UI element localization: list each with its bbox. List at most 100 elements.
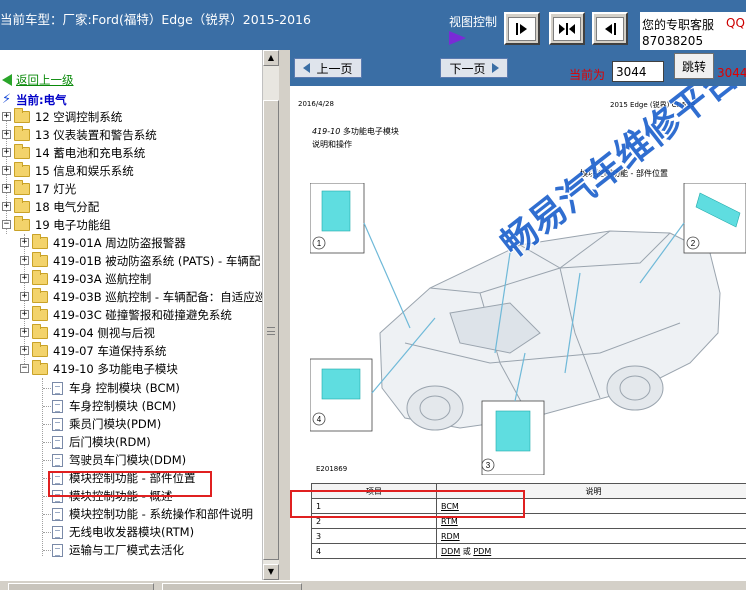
tree-folder-label[interactable]: 15 信息和娱乐系统	[35, 163, 134, 179]
tree-subfolder-419-03a[interactable]: 419-03A 巡航控制	[32, 270, 151, 288]
view-expand-left-button[interactable]	[592, 12, 628, 45]
expand-icon[interactable]: +	[2, 148, 11, 157]
table-highlight	[290, 490, 525, 518]
tree-folder-label[interactable]: 19 电子功能组	[35, 217, 111, 233]
table-cell-item: 3	[311, 528, 437, 544]
tree-folder-14[interactable]: 14 蓄电池和充电系统	[14, 144, 145, 162]
desc-link[interactable]: DDM	[441, 547, 460, 556]
tree-scrollbar[interactable]: ▲ ▼	[262, 50, 279, 580]
tree-doc-rtm[interactable]: 无线电收发器模块(RTM)	[52, 523, 194, 541]
tree-folder-19[interactable]: 19 电子功能组	[14, 216, 111, 234]
scroll-thumb[interactable]	[263, 100, 279, 560]
document-icon	[52, 507, 63, 521]
tree-subfolder-419-03b[interactable]: 419-03B 巡航控制 - 车辆配备：自适应巡	[32, 288, 262, 306]
tree-doc-label[interactable]: 驾驶员车门模块(DDM)	[69, 452, 186, 468]
tree-subfolder-419-01a[interactable]: 419-01A 周边防盗报警器	[32, 234, 186, 252]
tree-guide-line	[43, 406, 51, 407]
goto-button[interactable]: 跳转	[674, 53, 714, 79]
expand-icon[interactable]: +	[20, 328, 29, 337]
tree-folder-17[interactable]: 17 灯光	[14, 180, 76, 198]
panel-splitter[interactable]	[279, 50, 290, 580]
page-total: 3044	[717, 66, 746, 80]
tree-subfolder-419-07[interactable]: 419-07 车道保持系统	[32, 342, 166, 360]
tree-folder-18[interactable]: 18 电气分配	[14, 198, 99, 216]
tree-subfolder-label[interactable]: 419-10 多功能电子模块	[53, 361, 178, 377]
tree-folder-label[interactable]: 17 灯光	[35, 181, 76, 197]
expand-icon[interactable]: +	[2, 166, 11, 175]
lightning-icon: ⚡	[2, 92, 12, 107]
tree-subfolder-label[interactable]: 419-03A 巡航控制	[53, 271, 151, 287]
tree-folder-12[interactable]: 12 空调控制系统	[14, 108, 122, 126]
expand-icon[interactable]: +	[20, 292, 29, 301]
service-qq-link[interactable]: QQ	[726, 16, 745, 30]
collapse-icon[interactable]: −	[20, 364, 29, 373]
collapse-icon[interactable]: −	[2, 220, 11, 229]
next-page-button[interactable]: 下一页	[440, 58, 508, 78]
tree-subfolder-419-03c[interactable]: 419-03C 碰撞警报和碰撞避免系统	[32, 306, 232, 324]
document-icon	[52, 381, 63, 395]
desc-link[interactable]: RDM	[441, 532, 460, 541]
tree-doc-label[interactable]: 车身 控制模块 (BCM)	[69, 380, 180, 396]
back-arrow-icon	[2, 74, 12, 86]
tree-subfolder-label[interactable]: 419-07 车道保持系统	[53, 343, 166, 359]
scroll-up-icon[interactable]: ▲	[263, 50, 279, 66]
tree-folder-label[interactable]: 14 蓄电池和充电系统	[35, 145, 145, 161]
taskbar-button[interactable]	[8, 583, 154, 590]
tree-doc-pdm[interactable]: 乘员门模块(PDM)	[52, 415, 161, 433]
folder-icon	[14, 126, 30, 141]
tree-doc-label[interactable]: 无线电收发器模块(RTM)	[69, 524, 194, 540]
tree-folder-15[interactable]: 15 信息和娱乐系统	[14, 162, 134, 180]
folder-icon	[14, 144, 30, 159]
expand-icon[interactable]: +	[2, 130, 11, 139]
tree-doc-rdm[interactable]: 后门模块(RDM)	[52, 433, 151, 451]
tree-doc-bcm-1[interactable]: 车身 控制模块 (BCM)	[52, 379, 180, 397]
folder-icon	[32, 306, 48, 321]
table-cell-desc: DDM 或 PDM	[436, 543, 746, 559]
expand-icon[interactable]: +	[20, 310, 29, 319]
tree-doc-label[interactable]: 模块控制功能 - 系统操作和部件说明	[69, 506, 253, 522]
grip-icon	[267, 327, 275, 335]
expand-icon[interactable]: +	[2, 184, 11, 193]
back-link[interactable]: 返回上一级	[16, 72, 74, 88]
page-toolbar: 上一页 下一页 当前为 跳转 3044	[290, 50, 746, 86]
tree-doc-label[interactable]: 乘员门模块(PDM)	[69, 416, 161, 432]
view-split-button[interactable]	[549, 12, 585, 45]
tree-folder-label[interactable]: 12 空调控制系统	[35, 109, 122, 125]
tree-subfolder-label[interactable]: 419-01B 被动防盗系统 (PATS) - 车辆配	[53, 253, 260, 269]
tree-doc-bcm-2[interactable]: 车身控制模块 (BCM)	[52, 397, 176, 415]
expand-icon[interactable]: +	[20, 238, 29, 247]
prev-page-button[interactable]: 上一页	[294, 58, 362, 78]
document-icon	[52, 525, 63, 539]
tree-subfolder-419-01b[interactable]: 419-01B 被动防盗系统 (PATS) - 车辆配	[32, 252, 260, 270]
document-icon	[52, 543, 63, 557]
module-heading: 419-10 多功能电子模块	[312, 126, 399, 137]
tree-subfolder-label[interactable]: 419-03B 巡航控制 - 车辆配备：自适应巡	[53, 289, 262, 305]
folder-icon	[32, 270, 48, 285]
tree-doc-label[interactable]: 车身控制模块 (BCM)	[69, 398, 176, 414]
scroll-down-icon[interactable]: ▼	[263, 564, 279, 580]
expand-icon[interactable]: +	[20, 346, 29, 355]
back-row[interactable]: 返回上一级	[2, 71, 74, 89]
tree-subfolder-419-04[interactable]: 419-04 侧视与后视	[32, 324, 155, 342]
tree-folder-label[interactable]: 18 电气分配	[35, 199, 99, 215]
expand-icon[interactable]: +	[20, 274, 29, 283]
expand-icon[interactable]: +	[2, 112, 11, 121]
tree-subfolder-label[interactable]: 419-04 侧视与后视	[53, 325, 155, 341]
tree-doc-system-operation[interactable]: 模块控制功能 - 系统操作和部件说明	[52, 505, 253, 523]
tree-folder-label[interactable]: 13 仪表装置和警告系统	[35, 127, 157, 143]
tree-doc-ddm[interactable]: 驾驶员车门模块(DDM)	[52, 451, 186, 469]
view-control-arrow-icon[interactable]	[449, 31, 466, 45]
tree-subfolder-419-10[interactable]: 419-10 多功能电子模块	[32, 360, 178, 378]
tree-doc-label[interactable]: 后门模块(RDM)	[69, 434, 151, 450]
expand-icon[interactable]: +	[2, 202, 11, 211]
tree-folder-13[interactable]: 13 仪表装置和警告系统	[14, 126, 157, 144]
desc-link[interactable]: PDM	[473, 547, 491, 556]
view-expand-right-button[interactable]	[504, 12, 540, 45]
taskbar-button[interactable]	[162, 583, 302, 590]
expand-icon[interactable]: +	[20, 256, 29, 265]
tree-subfolder-label[interactable]: 419-01A 周边防盗报警器	[53, 235, 186, 251]
page-number-input[interactable]	[612, 61, 664, 82]
tree-doc-label[interactable]: 运输与工厂模式去活化	[69, 542, 184, 558]
tree-doc-transport-mode[interactable]: 运输与工厂模式去活化	[52, 541, 184, 559]
tree-subfolder-label[interactable]: 419-03C 碰撞警报和碰撞避免系统	[53, 307, 232, 323]
